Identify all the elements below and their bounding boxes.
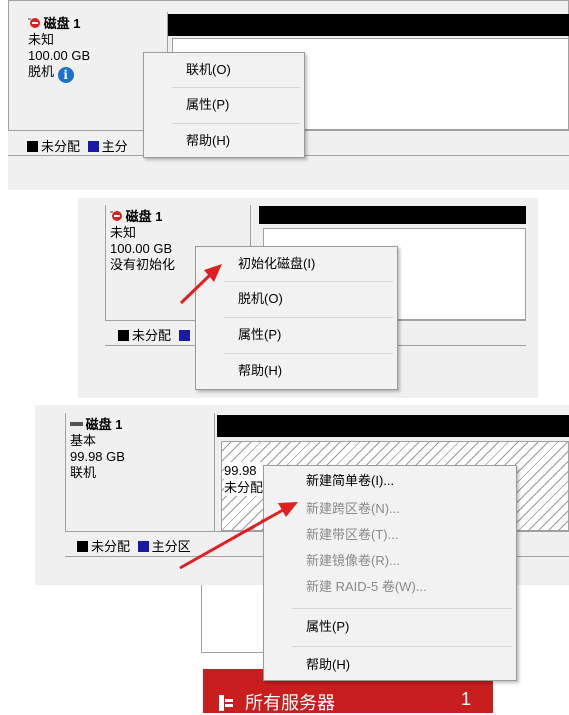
annotation-arrows — [179, 264, 298, 570]
arrow-icon — [179, 502, 298, 570]
arrow-icon — [179, 264, 222, 305]
